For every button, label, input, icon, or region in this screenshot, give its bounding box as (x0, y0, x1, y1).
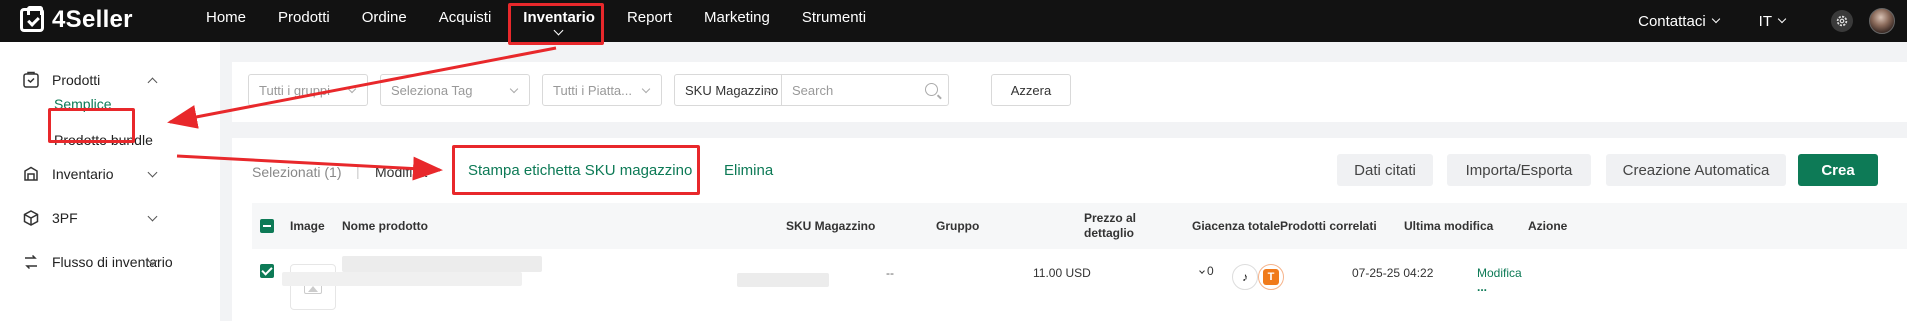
filter-panel: Tutti i gruppi Seleziona Tag Tutti i Pia… (232, 62, 1907, 122)
col-group: Gruppo (936, 219, 980, 233)
settings-gear-icon[interactable] (1831, 10, 1853, 32)
sidebar-item-3pf[interactable]: 3PF (0, 203, 220, 233)
row-edit-link[interactable]: Modifica (1477, 266, 1522, 280)
row-stock[interactable]: 0 (1199, 264, 1214, 278)
col-price-line1: Prezzo al (1084, 211, 1137, 225)
product-name-redacted (282, 272, 522, 286)
table-header: Image Nome prodotto SKU Magazzino Gruppo… (252, 203, 1907, 249)
flow-icon (25, 254, 37, 270)
brand-name: 4Seller (52, 6, 133, 33)
top-navigation-bar: 4Seller Home Prodotti Ordine Acquisti In… (0, 0, 1907, 42)
auto-create-button[interactable]: Creazione Automatica (1606, 154, 1786, 186)
sku-redacted (737, 273, 829, 287)
highlight-semplice (48, 108, 135, 143)
col-image: Image (290, 219, 325, 233)
col-price-line2: dettaglio (1084, 226, 1134, 240)
temu-icon[interactable]: T (1258, 264, 1284, 290)
logo[interactable]: 4Seller (20, 6, 133, 34)
chevron-down-icon (1199, 268, 1205, 274)
search-icon[interactable] (925, 83, 938, 96)
select-all-checkbox[interactable] (260, 219, 274, 233)
sidebar-item-flusso[interactable]: Flusso di inventario (0, 247, 220, 277)
col-stock: Giacenza totale (1192, 219, 1281, 233)
nav-acquisti[interactable]: Acquisti (423, 0, 508, 42)
delete-action[interactable]: Elimina (724, 162, 773, 179)
group-select-placeholder: Tutti i gruppi (259, 82, 331, 98)
product-image-placeholder (290, 264, 336, 310)
modify-action[interactable]: Modifica (375, 164, 427, 180)
chevron-down-icon (147, 211, 158, 221)
col-action: Azione (1528, 219, 1568, 233)
nav-marketing[interactable]: Marketing (688, 0, 786, 42)
language-label: IT (1758, 12, 1772, 30)
cited-data-button[interactable]: Dati citati (1337, 154, 1433, 186)
chevron-down-icon (509, 84, 519, 94)
col-price: Prezzo al dettaglio (1084, 211, 1136, 241)
chevron-down-icon (347, 84, 357, 94)
contact-label: Contattaci (1638, 12, 1706, 30)
row-group: -- (886, 266, 894, 280)
nav-prodotti[interactable]: Prodotti (262, 0, 346, 42)
nav-ordine[interactable]: Ordine (346, 0, 423, 42)
reset-button[interactable]: Azzera (991, 74, 1071, 106)
language-dropdown[interactable]: IT (1758, 12, 1787, 30)
search-input[interactable]: Search (781, 74, 949, 106)
nav-report[interactable]: Report (611, 0, 688, 42)
sidebar: Prodotti Semplice Prodotto bundle Invent… (0, 42, 220, 321)
search-type-select[interactable]: SKU Magazzino (674, 74, 782, 106)
sidebar-item-label: 3PF (52, 210, 78, 226)
chevron-down-icon (1711, 14, 1720, 24)
col-related: Prodotti correlati (1280, 219, 1377, 233)
cube-icon (23, 210, 39, 226)
sidebar-item-inventario[interactable]: Inventario (0, 159, 220, 189)
sidebar-item-label: Prodotti (52, 72, 101, 88)
row-modified: 07-25-25 04:22 (1352, 266, 1434, 280)
product-name-redacted (342, 256, 542, 272)
group-select[interactable]: Tutti i gruppi (248, 74, 368, 106)
platform-select-placeholder: Tutti i Piatta... (553, 82, 632, 98)
col-modified: Ultima modifica (1404, 219, 1494, 233)
product-box-icon (23, 71, 39, 88)
inventory-icon (24, 166, 38, 181)
chevron-up-icon (147, 77, 158, 87)
highlight-print-label (452, 145, 700, 195)
platform-select[interactable]: Tutti i Piatta... (542, 74, 662, 106)
user-avatar[interactable] (1869, 8, 1895, 34)
chevron-down-icon (147, 167, 158, 177)
col-product-name: Nome prodotto (342, 219, 428, 233)
highlight-inventario (508, 3, 604, 45)
toolbar-separator: | (356, 163, 360, 179)
row-price: 11.00 USD (1033, 266, 1091, 280)
row-checkbox[interactable] (260, 264, 274, 278)
chevron-down-icon (641, 84, 651, 94)
import-export-button[interactable]: Importa/Esporta (1447, 154, 1591, 186)
search-placeholder: Search (792, 82, 834, 98)
row-more-actions[interactable]: ... (1477, 280, 1487, 294)
contact-dropdown[interactable]: Contattaci (1638, 12, 1720, 30)
sidebar-item-label: Inventario (52, 166, 114, 182)
tiktok-icon[interactable]: ♪ (1232, 264, 1258, 290)
col-sku: SKU Magazzino (786, 219, 876, 233)
bag-logo-icon (20, 6, 44, 32)
chevron-down-icon (1777, 14, 1787, 24)
tag-select[interactable]: Seleziona Tag (380, 74, 530, 106)
nav-home[interactable]: Home (190, 0, 262, 42)
sidebar-item-prodotti[interactable]: Prodotti (0, 65, 220, 95)
row-stock-value: 0 (1207, 264, 1214, 278)
top-right-controls: Contattaci IT (1638, 0, 1907, 42)
selected-count: Selezionati (1) (252, 164, 342, 180)
nav-strumenti[interactable]: Strumenti (786, 0, 882, 42)
tag-select-placeholder: Seleziona Tag (391, 82, 473, 98)
create-button[interactable]: Crea (1798, 154, 1878, 186)
